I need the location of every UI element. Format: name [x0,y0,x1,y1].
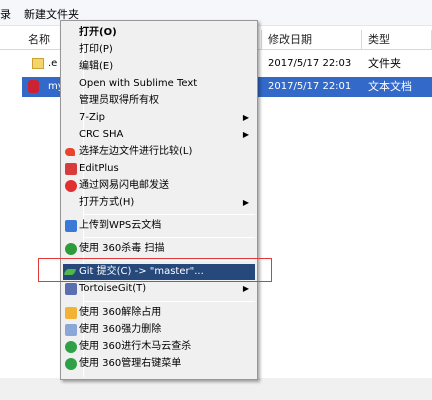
column-type-header[interactable]: 类型 [362,30,432,50]
menu-item-label: 打开方式(H) [79,197,135,208]
menu-item-edit[interactable]: 编辑(E) [63,59,255,75]
menu-item-label: 使用 360强力删除 [79,324,162,335]
menu-item-label: 选择左边文件进行比较(L) [79,146,193,157]
menu-separator [83,301,255,302]
highlight-callout-box [38,258,272,282]
editplus-icon [65,163,77,175]
menu-item-open-sublime[interactable]: Open with Sublime Text [63,76,255,92]
wps-cloud-icon [65,220,77,232]
menu-item-label: EditPlus [79,163,119,174]
context-menu: 打开(O) 打印(P) 编辑(E) Open with Sublime Text… [60,20,258,380]
menu-item-label: 上传到WPS云文档 [79,220,162,231]
menu-item-wps-upload[interactable]: 上传到WPS云文档 [63,218,255,234]
360-delete-icon [65,324,77,336]
compare-icon [65,148,75,156]
menu-item-editplus[interactable]: EditPlus [63,161,255,177]
menu-item-7zip[interactable]: 7-Zip ▶ [63,110,255,126]
360-unlock-icon [65,307,77,319]
menu-item-label: 管理员取得所有权 [79,95,159,106]
submenu-arrow-icon: ▶ [242,198,249,207]
file-type: 文本文档 [368,80,412,93]
menu-item-open[interactable]: 打开(O) [63,25,255,41]
menu-item-360-delete[interactable]: 使用 360强力删除 [63,322,255,338]
menu-item-label: 打印(P) [79,44,113,55]
menu-item-netease-mail[interactable]: 通过网易闪电邮发送 [63,178,255,194]
file-type: 文件夹 [368,57,401,70]
file-modified: 2017/5/17 22:03 [268,58,352,69]
menu-item-360-trojan[interactable]: 使用 360进行木马云查杀 [63,339,255,355]
menu-separator [83,214,255,215]
360-menu-manager-icon [65,358,77,370]
menu-item-crc-sha[interactable]: CRC SHA ▶ [63,127,255,143]
file-modified: 2017/5/17 22:01 [268,81,352,92]
netease-mail-icon [65,180,77,192]
360-trojan-scan-icon [65,341,77,353]
menu-item-360-menu-manager[interactable]: 使用 360管理右键菜单 [63,356,255,372]
menu-item-label: 使用 360管理右键菜单 [79,358,182,369]
menu-item-label: 使用 360进行木马云查杀 [79,341,192,352]
status-strip [0,378,432,400]
column-modified-header[interactable]: 修改日期 [262,30,362,50]
menu-item-label: 使用 360杀毒 扫描 [79,243,165,254]
menu-separator [83,237,255,238]
toolbar-edge-text: 录 [0,8,11,21]
text-document-icon [28,80,39,93]
folder-icon [32,58,44,69]
menu-item-label: 使用 360解除占用 [79,307,162,318]
menu-item-label: 编辑(E) [79,61,114,72]
submenu-arrow-icon: ▶ [242,113,249,122]
360-antivirus-icon [65,243,77,255]
menu-item-compare-left[interactable]: 选择左边文件进行比较(L) [63,144,255,160]
menu-item-label: 通过网易闪电邮发送 [79,180,169,191]
menu-item-open-with[interactable]: 打开方式(H) ▶ [63,195,255,211]
submenu-arrow-icon: ▶ [242,284,249,293]
menu-item-label: 打开(O) [79,27,117,38]
menu-item-label: CRC SHA [79,129,124,140]
menu-item-take-ownership[interactable]: 管理员取得所有权 [63,93,255,109]
menu-item-label: Open with Sublime Text [79,78,198,89]
menu-item-label: TortoiseGit(T) [79,283,147,294]
menu-item-label: 7-Zip [79,112,105,123]
menu-item-360-unlock[interactable]: 使用 360解除占用 [63,305,255,321]
menu-item-tortoisegit[interactable]: TortoiseGit(T) ▶ [63,281,255,297]
menu-item-360-scan[interactable]: 使用 360杀毒 扫描 [63,241,255,257]
menu-item-print[interactable]: 打印(P) [63,42,255,58]
file-name: .e [48,58,58,69]
submenu-arrow-icon: ▶ [242,130,249,139]
tortoisegit-icon [65,283,77,295]
